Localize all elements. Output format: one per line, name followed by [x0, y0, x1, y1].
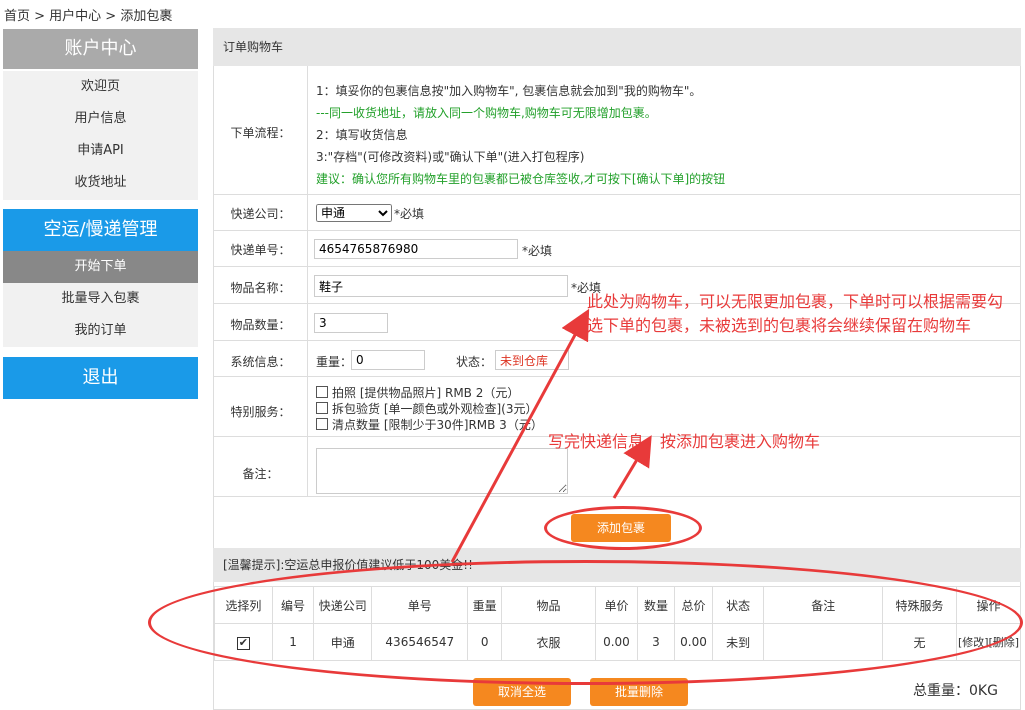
annotation-arrows — [450, 308, 652, 563]
arrow-to-add-note — [612, 435, 652, 499]
annotation-add-note: 写完快递信息，按添加包裹进入购物车 — [548, 432, 821, 451]
annotation-cart-note: 此处为购物车，可以无限更加包裹，下单时可以根据需要勾选下单的包裹，未被选到的包裹… — [587, 292, 1004, 335]
